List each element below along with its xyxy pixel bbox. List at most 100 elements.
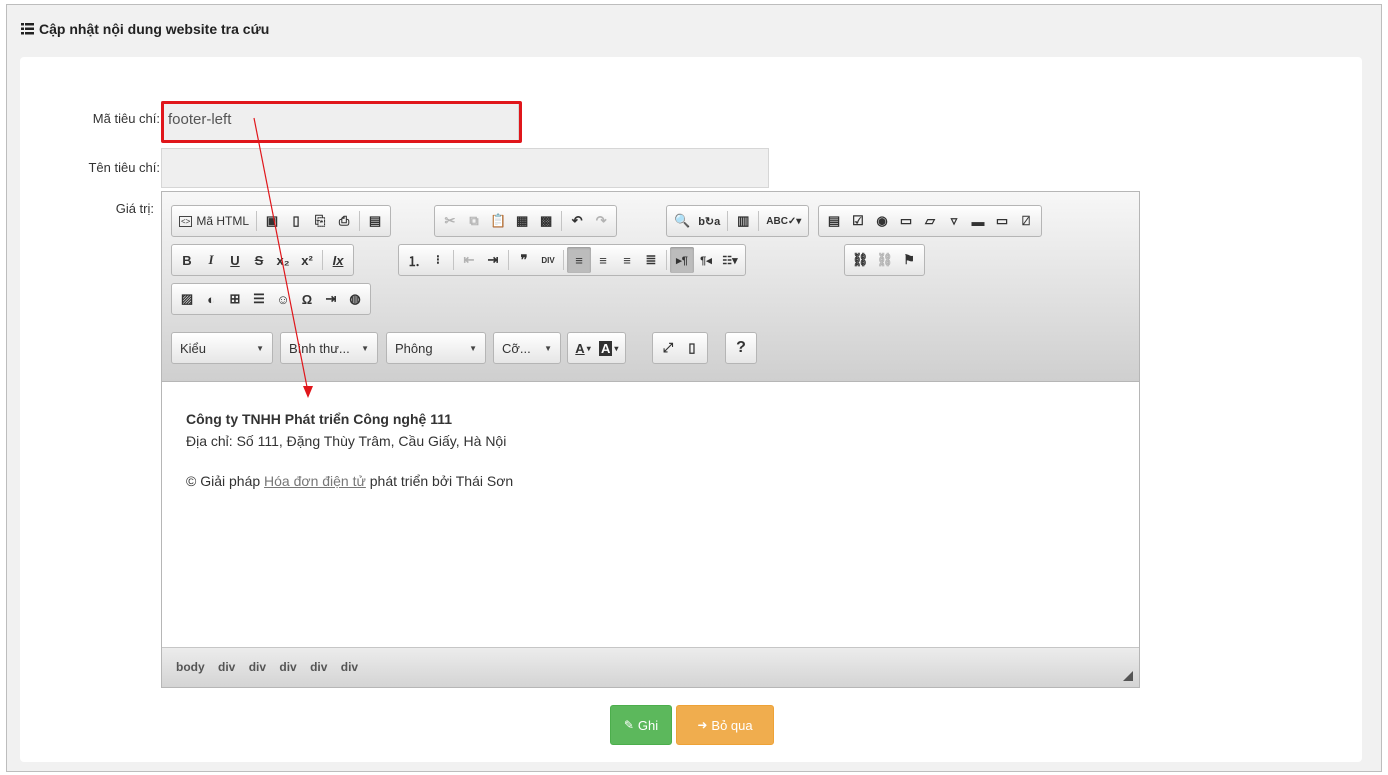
- indent-icon[interactable]: ⇥: [481, 247, 505, 273]
- underline-button[interactable]: U: [223, 247, 247, 273]
- superscript-button[interactable]: x²: [295, 247, 319, 273]
- align-center-icon[interactable]: ≡: [591, 247, 615, 273]
- paste-word-icon[interactable]: ▩: [534, 208, 558, 234]
- text-color-button[interactable]: A ▾: [571, 335, 595, 361]
- source-button[interactable]: <> Mã HTML: [175, 208, 253, 234]
- toolbar-group-forms: ▤ ☑ ◉ ▭ ▱ ▿ ▬ ▭ ⍁: [818, 205, 1042, 237]
- hidden-field-icon[interactable]: ⍁: [1014, 208, 1038, 234]
- smiley-icon[interactable]: ☺: [271, 286, 295, 312]
- unlink-icon[interactable]: ⛓: [873, 247, 898, 273]
- bold-button[interactable]: B: [175, 247, 199, 273]
- align-left-icon[interactable]: ≡: [567, 247, 591, 273]
- preview-icon[interactable]: ⎘: [308, 208, 332, 234]
- toolbar-group-paragraph: ⒈ ⁝ ⇤ ⇥ ❞ DIV ≡ ≡ ≡ ≣ ▸¶ ¶◂ ☷▾: [398, 244, 746, 276]
- div-button[interactable]: DIV: [536, 247, 560, 273]
- blockquote-button[interactable]: ❞: [512, 247, 536, 273]
- format-dropdown[interactable]: Bình thư... ▼: [280, 332, 378, 364]
- path-div[interactable]: div: [249, 660, 266, 674]
- toolbar-group-tools: ⤢ ▯: [652, 332, 708, 364]
- remove-format-button[interactable]: Ix: [326, 247, 350, 273]
- radio-icon[interactable]: ◉: [870, 208, 894, 234]
- font-dropdown[interactable]: Phông ▼: [386, 332, 486, 364]
- editor-toolbar: <> Mã HTML ▣ ▯ ⎘ ⎙ ▤ ✂ ⧉ 📋 ▦ ▩ ↶ ↷ 🔍 b↻a…: [162, 192, 1139, 382]
- strike-button[interactable]: S: [247, 247, 271, 273]
- anchor-flag-icon[interactable]: ⚑: [897, 247, 921, 273]
- table-icon[interactable]: ⊞: [223, 286, 247, 312]
- highlight-box: [161, 101, 522, 143]
- undo-icon[interactable]: ↶: [565, 208, 589, 234]
- templates-icon[interactable]: ▤: [363, 208, 387, 234]
- select-icon[interactable]: ▿: [942, 208, 966, 234]
- paste-icon[interactable]: 📋: [486, 208, 510, 234]
- size-dropdown[interactable]: Cỡ... ▼: [493, 332, 561, 364]
- select-all-icon[interactable]: ▥: [731, 208, 755, 234]
- button-icon[interactable]: ▬: [966, 208, 990, 234]
- replace-icon[interactable]: b↻a: [694, 208, 724, 234]
- edit-icon: ✎: [623, 718, 634, 732]
- help-button[interactable]: ?: [729, 335, 753, 361]
- einvoice-link[interactable]: Hóa đơn điện tử: [264, 473, 366, 489]
- chevron-down-icon: ▼: [469, 343, 477, 353]
- show-blocks-icon[interactable]: ▯: [680, 335, 704, 361]
- ltr-icon[interactable]: ▸¶: [670, 247, 694, 273]
- language-icon[interactable]: ☷▾: [718, 247, 742, 273]
- editor-content[interactable]: Công ty TNHH Phát triển Công nghệ 111 Đị…: [162, 383, 1139, 647]
- align-right-icon[interactable]: ≡: [615, 247, 639, 273]
- paste-text-icon[interactable]: ▦: [510, 208, 534, 234]
- maximize-icon[interactable]: ⤢: [656, 335, 680, 361]
- spellcheck-icon[interactable]: ABC✓▾: [762, 208, 805, 234]
- bg-color-button[interactable]: A ▾: [595, 335, 622, 361]
- resize-handle[interactable]: [1123, 671, 1133, 681]
- flash-icon[interactable]: ◐: [199, 286, 223, 312]
- redo-icon[interactable]: ↷: [589, 208, 613, 234]
- cancel-button[interactable]: ➜ Bỏ qua: [676, 705, 774, 745]
- path-div[interactable]: div: [310, 660, 327, 674]
- company-address: Địa chỉ: Số 111, Đặng Thùy Trâm, Cầu Giấ…: [186, 433, 507, 449]
- horizontal-line-icon[interactable]: ☰: [247, 286, 271, 312]
- iframe-globe-icon[interactable]: ◍: [343, 286, 367, 312]
- source-icon: <>: [179, 215, 193, 227]
- code-label: Mã tiêu chí:: [92, 111, 160, 126]
- italic-button[interactable]: I: [199, 247, 223, 273]
- path-div[interactable]: div: [341, 660, 358, 674]
- name-input[interactable]: [161, 148, 769, 188]
- rtl-icon[interactable]: ¶◂: [694, 247, 718, 273]
- outdent-icon[interactable]: ⇤: [457, 247, 481, 273]
- link-icon[interactable]: ⛓: [848, 247, 873, 273]
- cut-icon[interactable]: ✂: [438, 208, 462, 234]
- page-frame: Cập nhật nội dung website tra cứu Mã tiê…: [6, 4, 1382, 772]
- path-div[interactable]: div: [218, 660, 235, 674]
- name-label: Tên tiêu chí:: [88, 160, 160, 175]
- toolbar-group-clipboard: ✂ ⧉ 📋 ▦ ▩ ↶ ↷: [434, 205, 618, 237]
- save-icon[interactable]: ▣: [260, 208, 284, 234]
- form-icon[interactable]: ▤: [822, 208, 846, 234]
- special-char-icon[interactable]: Ω: [295, 286, 319, 312]
- image-icon[interactable]: ▨: [175, 286, 199, 312]
- toolbar-group-insert: ▨ ◐ ⊞ ☰ ☺ Ω ⇥ ◍: [171, 283, 371, 315]
- styles-dropdown[interactable]: Kiểu ▼: [171, 332, 273, 364]
- numbered-list-icon[interactable]: ⒈: [402, 247, 426, 273]
- save-button[interactable]: ✎ Ghi: [610, 705, 672, 745]
- chevron-down-icon: ▼: [361, 343, 369, 353]
- textarea-icon[interactable]: ▱: [918, 208, 942, 234]
- arrow-right-icon: ➜: [697, 718, 708, 732]
- toolbar-group-about: ?: [725, 332, 757, 364]
- rich-text-editor: <> Mã HTML ▣ ▯ ⎘ ⎙ ▤ ✂ ⧉ 📋 ▦ ▩ ↶ ↷ 🔍 b↻a…: [161, 191, 1140, 688]
- panel-header: Cập nhật nội dung website tra cứu: [7, 5, 1381, 53]
- align-justify-icon[interactable]: ≣: [639, 247, 663, 273]
- company-name: Công ty TNHH Phát triển Công nghệ 111: [186, 411, 453, 427]
- copy-icon[interactable]: ⧉: [462, 208, 486, 234]
- textfield-icon[interactable]: ▭: [894, 208, 918, 234]
- toolbar-group-links: ⛓ ⛓ ⚑: [844, 244, 926, 276]
- new-page-icon[interactable]: ▯: [284, 208, 308, 234]
- image-button-icon[interactable]: ▭: [990, 208, 1014, 234]
- path-body[interactable]: body: [176, 660, 205, 674]
- page-break-icon[interactable]: ⇥: [319, 286, 343, 312]
- checkbox-icon[interactable]: ☑: [846, 208, 870, 234]
- path-div[interactable]: div: [279, 660, 296, 674]
- copyright-line: © Giải pháp Hóa đơn điện tử phát triển b…: [186, 473, 514, 489]
- subscript-button[interactable]: x₂: [271, 247, 295, 273]
- find-icon[interactable]: 🔍: [670, 208, 694, 234]
- print-icon[interactable]: ⎙: [332, 208, 356, 234]
- bulleted-list-icon[interactable]: ⁝: [426, 247, 450, 273]
